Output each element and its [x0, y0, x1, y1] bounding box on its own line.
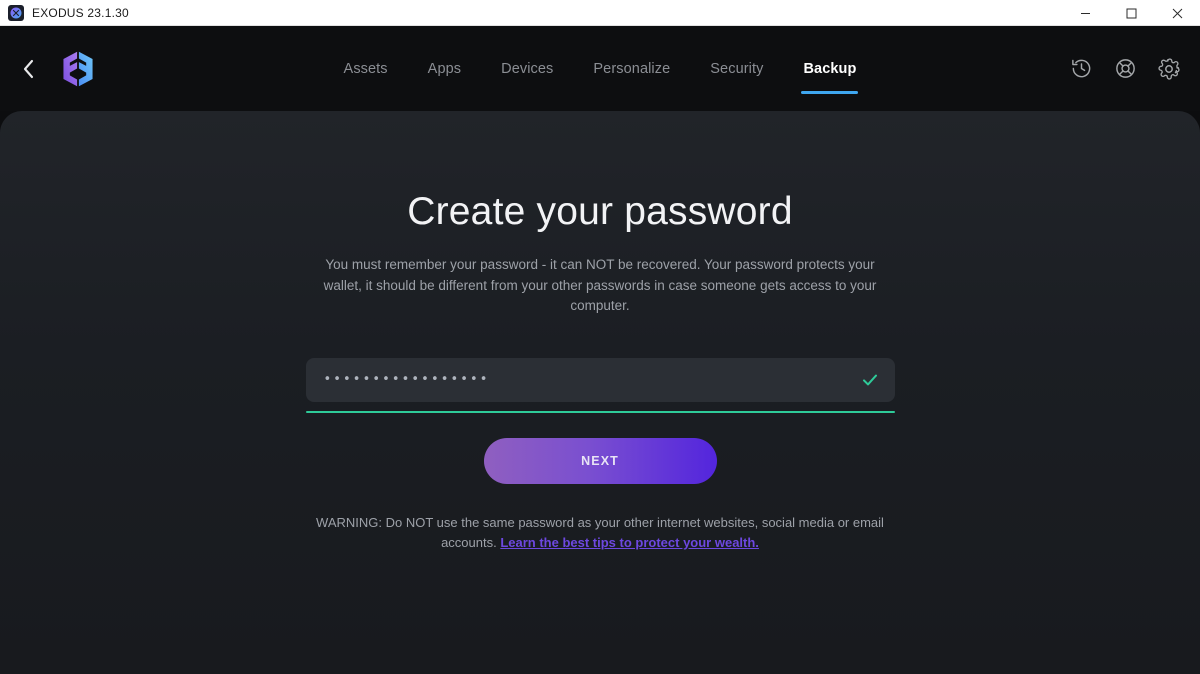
main-navigation: Assets Apps Devices Personalize Security… [0, 26, 1200, 111]
window-title: EXODUS 23.1.30 [32, 5, 129, 20]
nav-label: Backup [803, 60, 857, 77]
window-titlebar: EXODUS 23.1.30 [0, 0, 1200, 26]
lifebuoy-help-icon[interactable] [1112, 56, 1138, 82]
header-actions [1068, 26, 1182, 111]
app-header: Assets Apps Devices Personalize Security… [0, 26, 1200, 111]
titlebar-left: EXODUS 23.1.30 [0, 4, 129, 21]
close-button[interactable] [1154, 0, 1200, 26]
password-input-value: ••••••••••••••••• [323, 372, 490, 387]
minimize-button[interactable] [1062, 0, 1108, 26]
check-icon [861, 371, 879, 389]
learn-tips-link[interactable]: Learn the best tips to protect your weal… [500, 535, 759, 550]
nav-label: Apps [427, 60, 462, 77]
password-field-group: ••••••••••••••••• [305, 357, 895, 413]
password-validity-underline [305, 410, 895, 413]
warning-text: WARNING: Do NOT use the same password as… [312, 513, 888, 554]
nav-item-apps[interactable]: Apps [408, 26, 481, 111]
create-password-panel: Create your password You must remember y… [0, 111, 1200, 554]
nav-item-personalize[interactable]: Personalize [573, 26, 690, 111]
history-icon[interactable] [1068, 56, 1094, 82]
nav-label: Security [710, 60, 764, 77]
nav-label: Assets [343, 60, 388, 77]
window-controls [1062, 0, 1200, 26]
maximize-button[interactable] [1108, 0, 1154, 26]
nav-item-devices[interactable]: Devices [481, 26, 573, 111]
page-subtitle: You must remember your password - it can… [323, 257, 877, 313]
next-button[interactable]: NEXT [483, 437, 717, 484]
nav-item-security[interactable]: Security [690, 26, 783, 111]
content-panel: Create your password You must remember y… [0, 111, 1200, 674]
page-title: Create your password [407, 190, 793, 233]
gear-settings-icon[interactable] [1156, 56, 1182, 82]
password-input[interactable]: ••••••••••••••••• [305, 357, 895, 402]
exodus-app-icon [8, 4, 24, 21]
nav-label: Devices [501, 60, 554, 77]
nav-item-assets[interactable]: Assets [324, 26, 408, 111]
nav-item-backup[interactable]: Backup [783, 26, 876, 111]
nav-label: Personalize [593, 60, 671, 77]
